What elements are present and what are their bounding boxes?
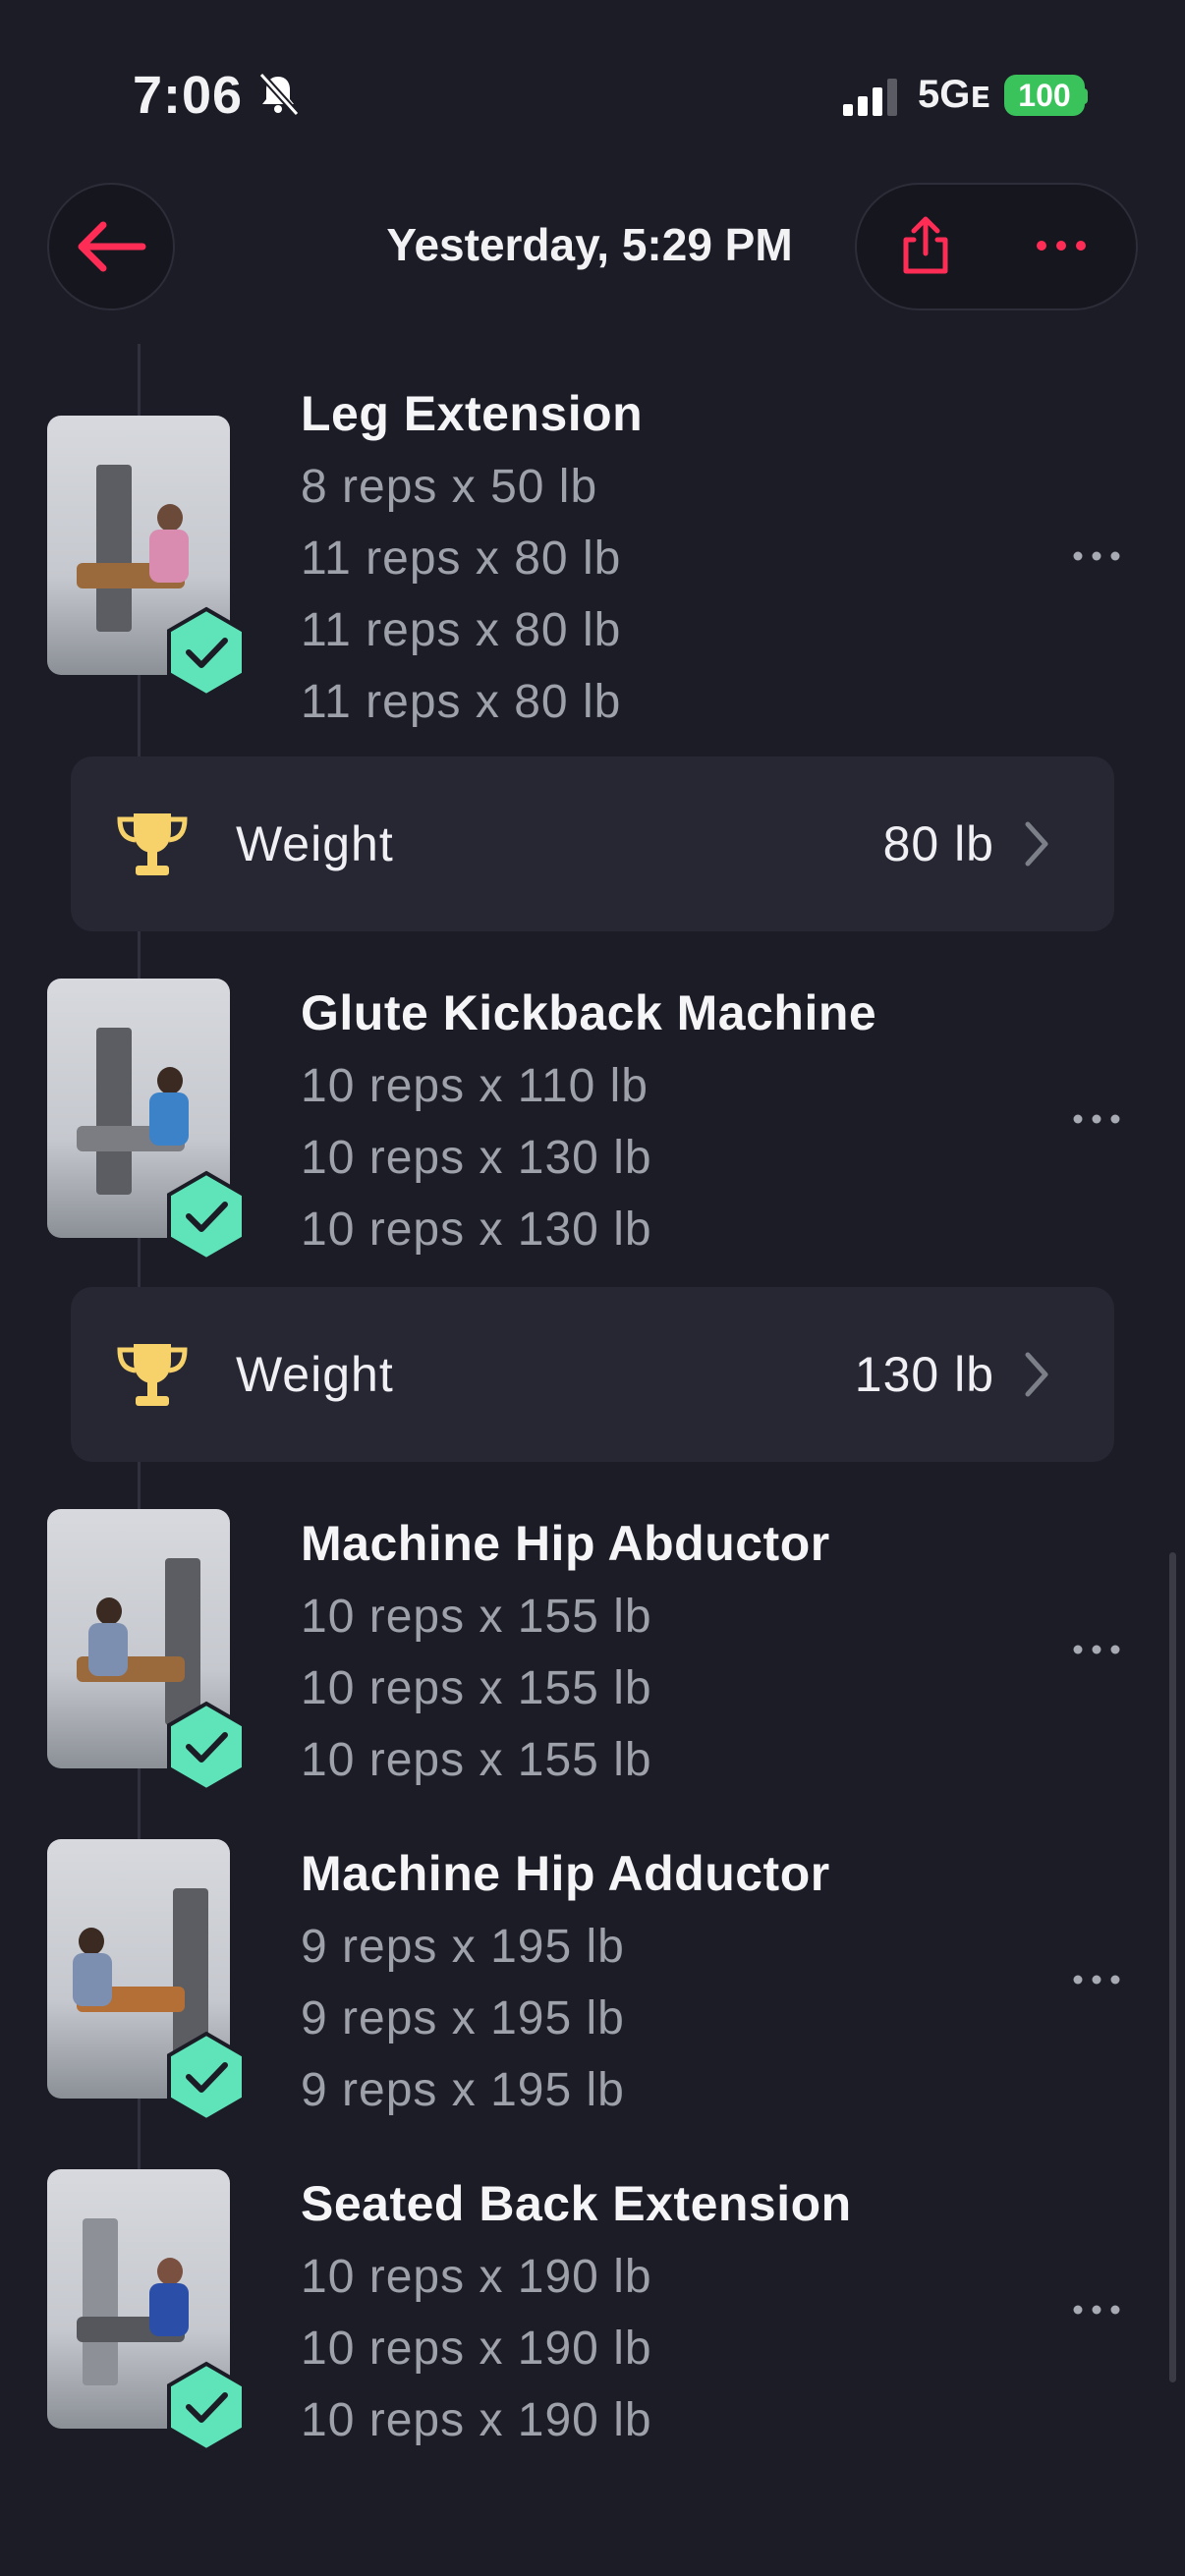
back-button[interactable] (47, 183, 175, 310)
status-bar: 7:06 5Gᴇ 100 (0, 0, 1185, 187)
record-value: 130 lb (854, 1347, 994, 1402)
set-row: 10 reps x 130 lb (301, 1132, 652, 1184)
arrow-left-icon (78, 221, 146, 272)
set-row: 10 reps x 155 lb (301, 1662, 652, 1714)
set-row: 11 reps x 80 lb (301, 604, 622, 656)
completed-check-icon (167, 606, 246, 699)
exercise-name: Seated Back Extension (301, 2176, 852, 2231)
set-row: 10 reps x 155 lb (301, 1734, 652, 1786)
bell-muted-icon (258, 72, 300, 117)
completed-check-icon (167, 2361, 246, 2453)
chevron-right-icon (1025, 1352, 1048, 1397)
completed-check-icon (167, 1701, 246, 1793)
record-label: Weight (236, 816, 394, 871)
cellular-signal-icon (843, 79, 897, 116)
personal-record-card[interactable]: Weight 130 lb (71, 1287, 1114, 1462)
more-options-icon[interactable] (1034, 234, 1089, 257)
set-row: 10 reps x 190 lb (301, 2323, 652, 2375)
exercise-more-icon[interactable] (1071, 2301, 1122, 2319)
exercise-more-icon[interactable] (1071, 547, 1122, 565)
set-row: 10 reps x 130 lb (301, 1204, 652, 1256)
exercise-name: Leg Extension (301, 386, 644, 441)
battery-indicator: 100 (1004, 75, 1085, 116)
exercise-more-icon[interactable] (1071, 1641, 1122, 1658)
share-icon[interactable] (894, 214, 957, 277)
network-type: 5Gᴇ (918, 73, 990, 116)
set-row: 10 reps x 155 lb (301, 1591, 652, 1643)
completed-check-icon (167, 1170, 246, 1262)
status-time: 7:06 (133, 66, 244, 125)
set-row: 8 reps x 50 lb (301, 461, 598, 513)
set-row: 11 reps x 80 lb (301, 676, 622, 728)
record-label: Weight (236, 1347, 394, 1402)
chevron-right-icon (1025, 821, 1048, 867)
trophy-icon (117, 1344, 188, 1406)
completed-check-icon (167, 2031, 246, 2123)
battery-cap (1081, 88, 1088, 104)
exercise-more-icon[interactable] (1071, 1971, 1122, 1988)
page-title: Yesterday, 5:29 PM (386, 219, 793, 270)
trophy-icon (117, 813, 188, 875)
set-row: 9 reps x 195 lb (301, 1921, 625, 1973)
set-row: 10 reps x 190 lb (301, 2394, 652, 2446)
record-value: 80 lb (882, 816, 994, 871)
header-actions (855, 183, 1138, 310)
set-row: 10 reps x 110 lb (301, 1060, 649, 1112)
exercise-name: Machine Hip Adductor (301, 1846, 830, 1901)
set-row: 9 reps x 195 lb (301, 1992, 625, 2044)
exercise-name: Glute Kickback Machine (301, 985, 877, 1040)
personal-record-card[interactable]: Weight 80 lb (71, 756, 1114, 931)
set-row: 10 reps x 190 lb (301, 2251, 652, 2303)
scrollbar[interactable] (1169, 1552, 1176, 2382)
set-row: 9 reps x 195 lb (301, 2064, 625, 2116)
exercise-more-icon[interactable] (1071, 1110, 1122, 1128)
exercise-name: Machine Hip Abductor (301, 1516, 830, 1571)
set-row: 11 reps x 80 lb (301, 532, 622, 585)
